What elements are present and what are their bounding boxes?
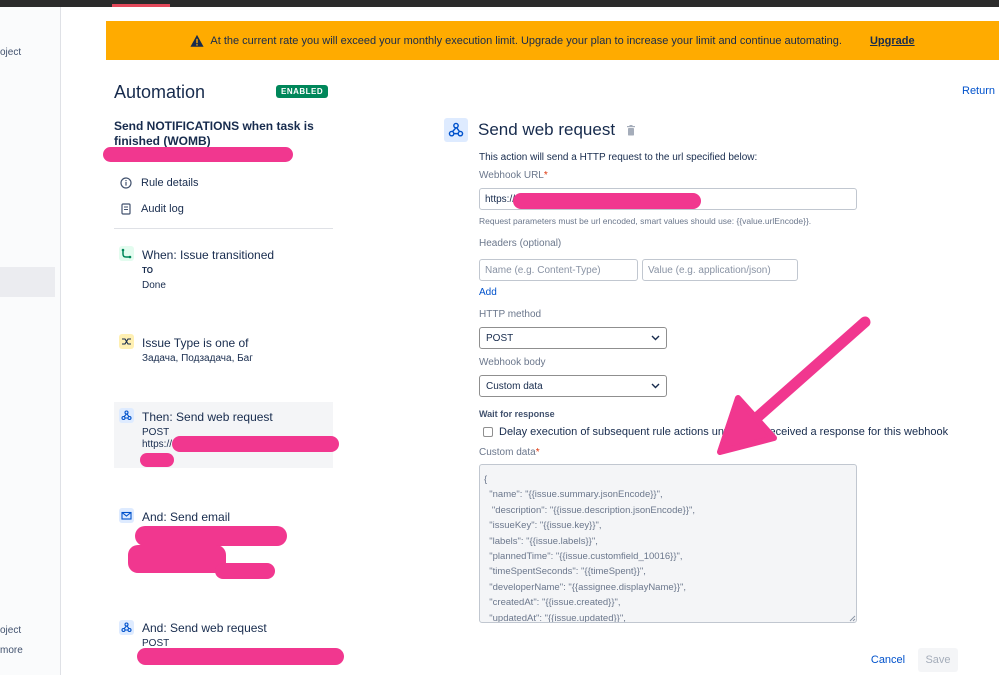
redaction-mark (128, 545, 226, 573)
header-value-input[interactable]: Value (e.g. application/json) (642, 259, 798, 281)
http-method-select[interactable]: POST (479, 327, 667, 349)
annotation-arrow (717, 316, 871, 455)
shuffle-icon (119, 334, 134, 349)
step-title: Issue Type is one of (142, 336, 249, 350)
banner-message: At the current rate you will exceed your… (210, 34, 842, 47)
page-title: Automation (114, 82, 206, 102)
header-name-input[interactable]: Name (e.g. Content-Type) (479, 259, 638, 281)
chevron-down-icon (651, 335, 660, 341)
step-sub-label: TO (142, 266, 153, 275)
custom-data-label-text: Custom data (479, 447, 536, 458)
step-url: https:// (142, 439, 173, 450)
headers-label: Headers (optional) (479, 238, 562, 249)
webhook-url-value: https:// (485, 193, 516, 205)
rule-title: Send NOTIFICATIONS when task is finished… (114, 119, 314, 148)
audit-log-link[interactable]: Audit log (120, 203, 184, 215)
sidebar-item-project[interactable]: oject (0, 47, 21, 58)
rule-step-trigger[interactable]: When: Issue transitioned TO Done (114, 240, 333, 300)
webhook-body-select[interactable]: Custom data (479, 375, 667, 397)
header-value-placeholder: Value (e.g. application/json) (648, 264, 771, 276)
http-method-label: HTTP method (479, 309, 542, 320)
sidebar-item-project-bottom[interactable]: oject (0, 625, 21, 636)
webhook-icon (119, 620, 134, 635)
custom-data-label: Custom data* (479, 447, 540, 458)
step-title: And: Send email (142, 510, 231, 524)
step-sub-value: Задача, Подзадача, Баг (142, 353, 253, 364)
webhook-url-label-text: Webhook URL (479, 170, 544, 181)
add-header-link[interactable]: Add (479, 287, 497, 298)
rule-step-condition[interactable]: Issue Type is one of Задача, Подзадача, … (114, 328, 333, 376)
return-link[interactable]: Return (962, 85, 995, 97)
webhook-url-label: Webhook URL* (479, 170, 548, 181)
rule-details-link[interactable]: Rule details (120, 177, 198, 189)
wait-for-response-label: Wait for response (479, 409, 555, 419)
chevron-down-icon (651, 383, 660, 389)
sidebar-active-item[interactable] (0, 267, 55, 297)
delay-execution-checkbox[interactable] (483, 427, 493, 437)
resize-handle-icon[interactable] (849, 615, 856, 622)
webhook-icon (444, 118, 468, 142)
sidebar-divider (114, 228, 333, 229)
webhook-body-value: Custom data (486, 380, 543, 392)
redaction-mark (103, 147, 293, 162)
document-icon (121, 203, 131, 215)
rule-step-action-2[interactable]: And: Send web request POST (114, 614, 333, 674)
redaction-mark (513, 193, 701, 209)
status-badge: ENABLED (276, 85, 329, 98)
step-title: And: Send web request (142, 621, 267, 635)
rule-details-label: Rule details (141, 177, 199, 189)
warning-icon (190, 34, 204, 47)
trash-icon[interactable] (626, 125, 636, 136)
webhook-body-label: Webhook body (479, 357, 546, 368)
upgrade-link[interactable]: Upgrade (870, 35, 915, 47)
redaction-mark (135, 526, 287, 546)
audit-log-label: Audit log (141, 203, 184, 215)
step-title: Then: Send web request (142, 410, 273, 424)
email-icon (119, 508, 134, 523)
custom-data-textarea[interactable]: { "name": "{{issue.summary.jsonEncode}}"… (479, 464, 857, 623)
panel-title: Send web request (478, 120, 616, 139)
step-sub-value: Done (142, 280, 166, 291)
redaction-mark (137, 648, 344, 665)
redaction-mark (172, 436, 339, 452)
project-sidebar: oject oject more (0, 7, 61, 675)
save-button[interactable]: Save (918, 648, 958, 672)
http-method-value: POST (486, 332, 514, 344)
sidebar-item-more[interactable]: more (0, 645, 23, 656)
header-name-placeholder: Name (e.g. Content-Type) (485, 264, 601, 276)
cancel-button[interactable]: Cancel (864, 648, 912, 672)
step-title: When: Issue transitioned (142, 248, 275, 262)
redaction-mark (140, 453, 174, 467)
top-bar-accent (112, 4, 170, 7)
webhook-icon (119, 408, 134, 423)
redaction-mark (215, 563, 275, 579)
url-help-text: Request parameters must be url encoded, … (479, 216, 812, 226)
transition-icon (119, 246, 134, 261)
panel-description: This action will send a HTTP request to … (479, 152, 758, 163)
info-icon (120, 177, 132, 189)
execution-limit-banner: At the current rate you will exceed your… (106, 21, 999, 60)
step-method: POST (142, 427, 170, 438)
